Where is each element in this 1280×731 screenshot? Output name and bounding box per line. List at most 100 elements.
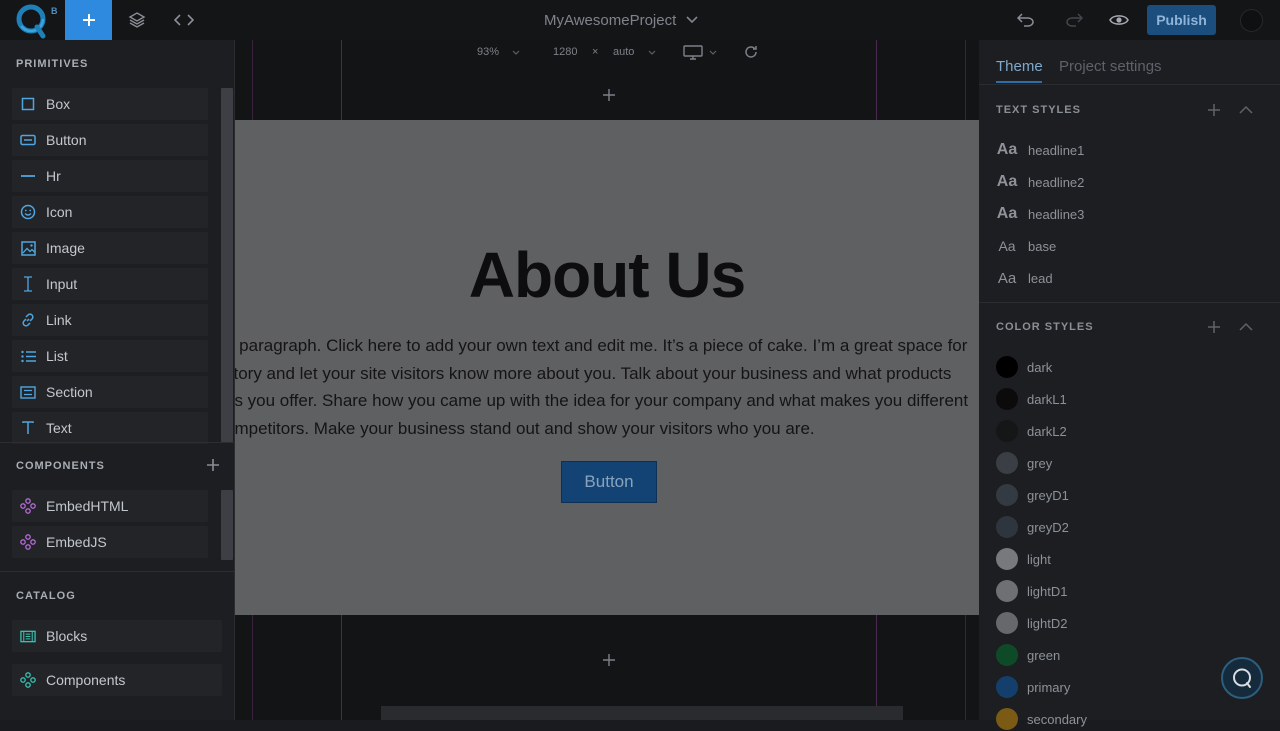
primitive-text[interactable]: Text bbox=[12, 412, 208, 444]
project-selector[interactable]: MyAwesomeProject bbox=[544, 0, 698, 40]
add-section-below-button[interactable] bbox=[599, 650, 619, 670]
paragraph-line: a paragraph. Click here to add your own … bbox=[235, 336, 968, 355]
page-preview[interactable]: About Us a paragraph. Click here to add … bbox=[235, 120, 979, 615]
refresh-icon[interactable] bbox=[743, 44, 759, 60]
publish-button[interactable]: Publish bbox=[1147, 5, 1216, 35]
components-scrollbar-thumb[interactable] bbox=[221, 490, 233, 560]
component-embedjs[interactable]: EmbedJS bbox=[12, 526, 208, 558]
undo-icon bbox=[1017, 13, 1034, 27]
component-embedhtml[interactable]: EmbedHTML bbox=[12, 490, 208, 522]
paragraph-line: ompetitors. Make your business stand out… bbox=[235, 418, 815, 438]
color-style-lightd1[interactable]: lightD1 bbox=[996, 579, 1067, 603]
color-style-grey[interactable]: grey bbox=[996, 451, 1052, 475]
color-style-name: dark bbox=[1027, 359, 1053, 375]
color-style-name: light bbox=[1027, 551, 1051, 567]
add-element-button[interactable] bbox=[65, 0, 112, 40]
zoom-value[interactable]: 93% bbox=[477, 46, 499, 58]
primitive-label: Link bbox=[46, 312, 72, 328]
support-chat-button[interactable] bbox=[1221, 657, 1263, 699]
primitive-box[interactable]: Box bbox=[12, 88, 208, 120]
text-style-name: lead bbox=[1028, 270, 1053, 286]
redo-icon bbox=[1066, 13, 1083, 27]
text-style-name: headline2 bbox=[1028, 174, 1085, 190]
plus-icon[interactable] bbox=[1207, 320, 1221, 334]
chevron-down-icon[interactable] bbox=[648, 50, 656, 55]
image-icon bbox=[20, 240, 36, 256]
primitive-icon[interactable]: Icon bbox=[12, 196, 208, 228]
primitive-section[interactable]: Section bbox=[12, 376, 208, 408]
color-style-darkl2[interactable]: darkL2 bbox=[996, 419, 1067, 443]
primitive-hr[interactable]: Hr bbox=[12, 160, 208, 192]
components-title: COMPONENTS bbox=[16, 460, 105, 472]
primitive-image[interactable]: Image bbox=[12, 232, 208, 264]
redo-button[interactable] bbox=[1060, 8, 1088, 32]
undo-button[interactable] bbox=[1012, 8, 1040, 32]
text-style-headline1[interactable]: Aa headline1 bbox=[996, 138, 1085, 162]
page-title[interactable]: About Us bbox=[235, 238, 979, 312]
color-style-greyd2[interactable]: greyD2 bbox=[996, 515, 1069, 539]
color-swatch bbox=[996, 356, 1018, 378]
primitive-link[interactable]: Link bbox=[12, 304, 208, 336]
plus-icon[interactable] bbox=[1207, 103, 1221, 117]
paragraph-line: es you offer. Share how you came up with… bbox=[235, 391, 969, 410]
text-style-icon: Aa bbox=[997, 269, 1017, 287]
add-section-above-button[interactable] bbox=[599, 85, 619, 105]
catalog-blocks[interactable]: Blocks bbox=[12, 620, 222, 652]
color-style-darkl1[interactable]: darkL1 bbox=[996, 387, 1067, 411]
primitive-list[interactable]: List bbox=[12, 340, 208, 372]
preview-button[interactable] bbox=[1104, 8, 1134, 32]
primitive-button[interactable]: Button bbox=[12, 124, 208, 156]
page-button[interactable]: Button bbox=[561, 461, 657, 503]
color-style-greyd1[interactable]: greyD1 bbox=[996, 483, 1069, 507]
layers-button[interactable] bbox=[115, 0, 159, 40]
add-component-button[interactable] bbox=[206, 458, 220, 472]
color-style-secondary[interactable]: secondary bbox=[996, 707, 1087, 731]
text-icon bbox=[20, 420, 36, 436]
canvas[interactable]: 93% 1280 × auto About Us a paragraph. Cl… bbox=[235, 40, 979, 720]
text-style-base[interactable]: Aa base bbox=[996, 234, 1056, 258]
viewport-height[interactable]: auto bbox=[613, 46, 634, 58]
plus-icon bbox=[207, 459, 219, 471]
box-icon bbox=[20, 96, 36, 112]
desktop-icon[interactable] bbox=[683, 45, 703, 60]
chevron-down-icon[interactable] bbox=[709, 50, 717, 55]
code-icon bbox=[174, 14, 194, 26]
button-icon bbox=[20, 132, 36, 148]
component-icon bbox=[20, 672, 36, 688]
component-label: EmbedHTML bbox=[46, 498, 129, 514]
plus-icon bbox=[603, 654, 615, 666]
primitive-label: Button bbox=[46, 132, 87, 148]
color-style-light[interactable]: light bbox=[996, 547, 1051, 571]
chat-icon bbox=[1233, 668, 1251, 688]
app-logo[interactable]: B bbox=[0, 0, 65, 40]
plus-icon bbox=[82, 14, 95, 26]
text-style-headline2[interactable]: Aa headline2 bbox=[996, 170, 1085, 194]
color-style-primary[interactable]: primary bbox=[996, 675, 1070, 699]
avatar[interactable] bbox=[1240, 9, 1263, 32]
color-swatch bbox=[996, 676, 1018, 698]
color-style-name: darkL2 bbox=[1027, 423, 1067, 439]
tab-project-settings[interactable]: Project settings bbox=[1059, 58, 1162, 75]
tab-theme[interactable]: Theme bbox=[996, 58, 1043, 75]
color-style-dark[interactable]: dark bbox=[996, 355, 1052, 379]
color-style-name: greyD2 bbox=[1027, 519, 1069, 535]
catalog-components[interactable]: Components bbox=[12, 664, 222, 696]
text-style-headline3[interactable]: Aa headline3 bbox=[996, 202, 1085, 226]
page-paragraph[interactable]: a paragraph. Click here to add your own … bbox=[235, 332, 979, 442]
text-style-lead[interactable]: Aa lead bbox=[996, 266, 1053, 290]
chevron-down-icon[interactable] bbox=[512, 50, 520, 55]
color-style-green[interactable]: green bbox=[996, 643, 1060, 667]
primitive-input[interactable]: Input bbox=[12, 268, 208, 300]
primitive-label: Image bbox=[46, 240, 85, 256]
layers-icon bbox=[128, 12, 146, 28]
chevron-up-icon[interactable] bbox=[1239, 105, 1253, 114]
primitives-title: PRIMITIVES bbox=[16, 58, 89, 70]
primitives-scrollbar-thumb[interactable] bbox=[221, 88, 233, 442]
beta-badge: B bbox=[51, 6, 58, 16]
divider bbox=[979, 302, 1280, 303]
code-button[interactable] bbox=[162, 0, 206, 40]
color-style-lightd2[interactable]: lightD2 bbox=[996, 611, 1067, 635]
chevron-up-icon[interactable] bbox=[1239, 322, 1253, 331]
color-style-name: darkL1 bbox=[1027, 391, 1067, 407]
viewport-width[interactable]: 1280 bbox=[553, 46, 577, 58]
